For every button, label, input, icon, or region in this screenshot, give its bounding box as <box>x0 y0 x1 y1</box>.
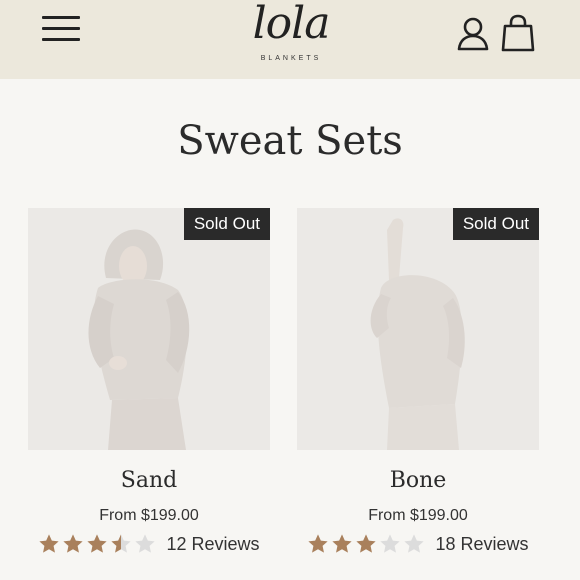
star-icon <box>356 534 377 553</box>
product-price: From $199.00 <box>368 507 468 524</box>
review-count[interactable]: 18 Reviews <box>435 534 528 555</box>
user-icon[interactable] <box>456 16 490 52</box>
star-half-icon <box>111 534 132 553</box>
hamburger-menu-icon[interactable] <box>42 16 80 44</box>
star-rating <box>307 533 425 555</box>
product-rating[interactable]: 12 Reviews <box>28 531 270 557</box>
star-icon <box>39 534 60 553</box>
product-price: From $199.00 <box>99 507 199 524</box>
sold-out-badge: Sold Out <box>183 208 270 240</box>
product-card[interactable]: Sold Out Sand From $199.00 12 Reviews <box>28 208 270 557</box>
product-rating[interactable]: 18 Reviews <box>297 531 539 557</box>
star-rating <box>38 533 156 555</box>
star-empty-icon <box>380 534 401 553</box>
page-title: Sweat Sets <box>177 118 403 164</box>
shopping-bag-icon[interactable] <box>500 14 536 52</box>
review-count[interactable]: 12 Reviews <box>166 534 259 555</box>
logo-subtext: BLANKETS <box>260 55 322 62</box>
product-card[interactable]: Sold Out Bone From $199.00 18 Reviews <box>297 208 539 557</box>
star-icon <box>332 534 353 553</box>
star-empty-icon <box>135 534 156 553</box>
site-header: lola BLANKETS <box>0 0 580 79</box>
star-icon <box>308 534 329 553</box>
product-image[interactable]: Sold Out <box>28 208 270 450</box>
sold-out-badge: Sold Out <box>452 208 539 240</box>
brand-logo[interactable]: lola BLANKETS <box>236 0 346 68</box>
star-empty-icon <box>404 534 425 553</box>
product-name[interactable]: Sand <box>28 468 270 493</box>
logo-wordmark: lola <box>252 0 331 49</box>
product-image[interactable]: Sold Out <box>297 208 539 450</box>
star-icon <box>87 534 108 553</box>
product-name[interactable]: Bone <box>297 468 539 493</box>
star-icon <box>63 534 84 553</box>
